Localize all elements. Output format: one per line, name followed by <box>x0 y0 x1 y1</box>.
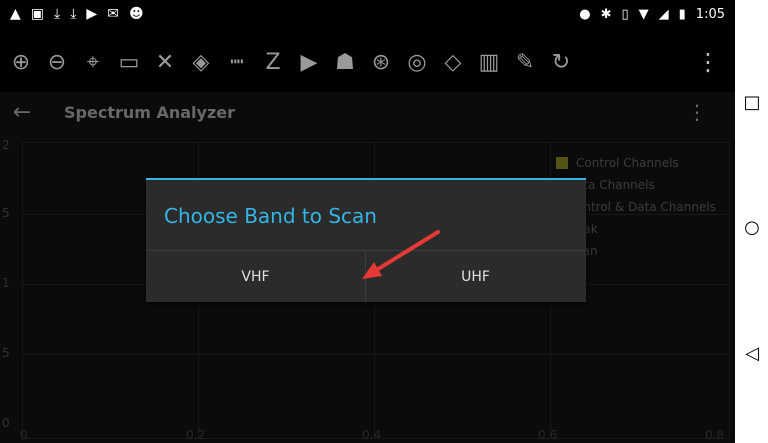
back-triangle-icon[interactable]: ◁ <box>743 343 761 364</box>
overflow-menu-icon[interactable]: ⋮ <box>693 47 723 77</box>
edit-icon[interactable]: ✎ <box>510 47 540 77</box>
recents-square-icon[interactable]: □ <box>743 92 761 113</box>
android-nav-bar: □ ○ ◁ <box>735 0 768 443</box>
bluetooth-icon: ✱ <box>600 7 612 22</box>
zoom-in-icon[interactable]: ⊕ <box>6 47 36 77</box>
status-left: ▲ ▣ ⤓ ⤓ ▶ ✉ ☻ <box>10 6 144 22</box>
play-icon[interactable]: ▶ <box>294 47 324 77</box>
status-right: ● ✱ ▯ ▼ ◢ ▮ 1:05 <box>579 7 725 22</box>
android-screen: ▲ ▣ ⤓ ⤓ ▶ ✉ ☻ ● ✱ ▯ ▼ ◢ ▮ 1:05 ⊕ ⊖ ⌖ ▭ ✕… <box>0 0 735 443</box>
battery-icon: ▮ <box>678 7 686 22</box>
gmail-icon: ✉ <box>107 6 119 22</box>
close-x-icon[interactable]: ✕ <box>150 47 180 77</box>
vibrate-icon: ▯ <box>621 7 629 22</box>
gps-icon[interactable]: ⌖ <box>78 47 108 77</box>
ruler-icon[interactable]: ┉ <box>222 47 252 77</box>
warning-icon: ▲ <box>10 6 21 22</box>
rectangle-icon[interactable]: ▭ <box>114 47 144 77</box>
map-toolbar: ⊕ ⊖ ⌖ ▭ ✕ ◈ ┉ Z ▶ ☗ ⊛ ◎ ◇ ▥ ✎ ↻ ⋮ <box>0 32 735 92</box>
map-icon[interactable]: ▥ <box>474 47 504 77</box>
wifi-icon: ▼ <box>638 7 649 22</box>
location-icon: ● <box>579 7 591 22</box>
youtube-icon: ▶ <box>86 6 98 22</box>
home-circle-icon[interactable]: ○ <box>743 217 761 238</box>
compass-icon[interactable]: ◈ <box>186 47 216 77</box>
layers-icon[interactable]: ◇ <box>438 47 468 77</box>
download-icon: ⤓ <box>54 6 61 22</box>
download-icon: ⤓ <box>70 6 77 22</box>
zoom-out-icon[interactable]: ⊖ <box>42 47 72 77</box>
dialog-title: Choose Band to Scan <box>164 204 377 228</box>
add-location-icon[interactable]: ⊛ <box>366 47 396 77</box>
radio-icon[interactable]: ◎ <box>402 47 432 77</box>
signal-icon: ◢ <box>658 7 669 22</box>
group-icon[interactable]: ☗ <box>330 47 360 77</box>
android-icon: ☻ <box>128 6 144 22</box>
clock: 1:05 <box>695 7 725 22</box>
status-bar: ▲ ▣ ⤓ ⤓ ▶ ✉ ☻ ● ✱ ▯ ▼ ◢ ▮ 1:05 <box>0 0 735 32</box>
vhf-button[interactable]: VHF <box>146 251 365 302</box>
image-icon: ▣ <box>30 6 45 22</box>
share-icon[interactable]: ↻ <box>546 47 576 77</box>
zoom-route-icon[interactable]: Z <box>258 47 288 77</box>
red-arrow-annotation <box>362 230 440 279</box>
